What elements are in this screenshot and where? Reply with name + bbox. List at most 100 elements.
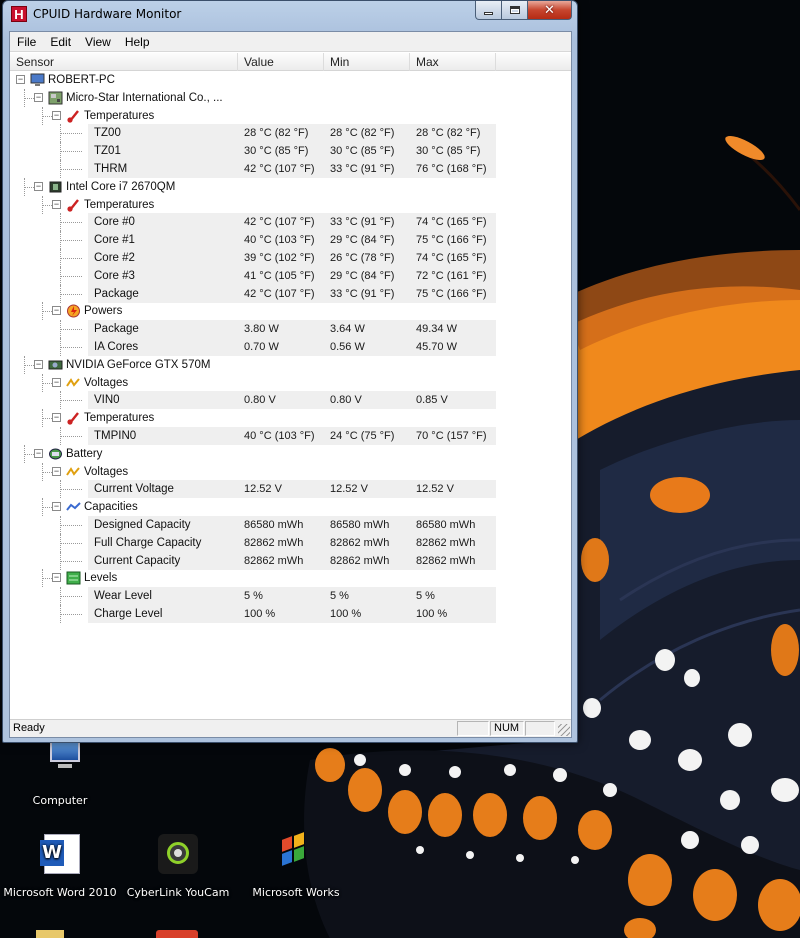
sensor-label: Designed Capacity (94, 519, 191, 531)
tree-connector (60, 605, 61, 623)
hwmonitor-window[interactable]: H CPUID Hardware Monitor ✕ File Edit Vie… (2, 0, 578, 743)
sensor-label: Core #2 (94, 252, 135, 264)
sensor-group-row[interactable]: − Temperatures (10, 409, 571, 428)
desktop-icon-works[interactable]: Microsoft Works (236, 832, 356, 899)
sensor-row[interactable]: Wear Level 5 % 5 % 5 % (10, 587, 571, 606)
collapse-toggle[interactable]: − (52, 573, 61, 583)
sensor-min: 82862 mWh (330, 554, 390, 567)
sensor-row[interactable]: Core #0 42 °C (107 °F) 33 °C (91 °F) 74 °C … (10, 213, 571, 232)
close-icon: ✕ (544, 2, 555, 17)
sensor-max: 72 °C (161 °F) (416, 269, 487, 282)
sensor-group-row[interactable]: − Temperatures (10, 106, 571, 125)
sensor-group-row[interactable]: − Voltages (10, 373, 571, 392)
column-header-sensor[interactable]: Sensor (10, 53, 238, 71)
window-title: CPUID Hardware Monitor (33, 7, 182, 21)
collapse-toggle[interactable]: − (52, 110, 61, 120)
sensor-value: 0.80 V (244, 394, 276, 407)
menu-help[interactable]: Help (118, 33, 157, 51)
collapse-toggle[interactable]: − (16, 75, 25, 84)
column-header-min[interactable]: Min (324, 53, 410, 71)
status-panel-empty (457, 721, 489, 736)
collapse-toggle[interactable]: − (34, 448, 43, 458)
menu-edit[interactable]: Edit (43, 33, 78, 51)
sensor-row[interactable]: Current Capacity 82862 mWh 82862 mWh 82862 … (10, 551, 571, 570)
sensor-row[interactable]: Package 42 °C (107 °F) 33 °C (91 °F) 75 °C … (10, 284, 571, 303)
sensor-row[interactable]: VIN0 0.80 V 0.80 V 0.85 V (10, 391, 571, 410)
resize-grip[interactable] (558, 724, 570, 736)
sensor-row[interactable]: Full Charge Capacity 82862 mWh 82862 mWh 82… (10, 533, 571, 552)
sensor-min: 86580 mWh (330, 519, 390, 531)
sensor-row[interactable]: IA Cores 0.70 W 0.56 W 45.70 W (10, 338, 571, 356)
sensor-tree-list[interactable]: Sensor Value Min Max − ROBERT-PC − Micro-St… (10, 53, 571, 721)
folder-icon[interactable] (36, 930, 64, 938)
sensor-group-row[interactable]: − Temperatures (10, 195, 571, 214)
sensor-group-row[interactable]: − Levels (10, 569, 571, 588)
sensor-max: 28 °C (82 °F) (416, 127, 481, 140)
battery-icon (48, 447, 63, 461)
collapse-toggle[interactable]: − (34, 181, 43, 191)
sensor-row[interactable]: THRM 42 °C (107 °F) 33 °C (91 °F) 76 °C (16… (10, 160, 571, 178)
tree-connector (60, 249, 61, 267)
desktop-icon-word[interactable]: W Microsoft Word 2010 (0, 832, 120, 899)
maximize-icon (509, 6, 520, 14)
caption-buttons: ✕ (475, 1, 572, 21)
sensor-row[interactable]: TZ01 30 °C (85 °F) 30 °C (85 °F) 30 °C (85 … (10, 142, 571, 161)
sensor-row[interactable]: TMPIN0 40 °C (103 °F) 24 °C (75 °F) 70 °C (… (10, 427, 571, 445)
sensor-group-row[interactable]: − Micro-Star International Co., ... (10, 88, 571, 107)
column-header-max[interactable]: Max (410, 53, 496, 71)
tree-connector (42, 195, 43, 214)
sensor-group-row[interactable]: − Capacities (10, 498, 571, 517)
sensor-value: 3.80 W (244, 323, 279, 336)
sensor-group-row[interactable]: − Intel Core i7 2670QM (10, 177, 571, 196)
sensor-group-row[interactable]: − ROBERT-PC (10, 71, 571, 89)
sensor-group-row[interactable]: − Powers (10, 302, 571, 321)
sensor-min: 0.56 W (330, 341, 365, 353)
word-icon: W (36, 832, 84, 880)
desktop-icon-computer[interactable]: Computer (0, 740, 120, 807)
sensor-max: 49.34 W (416, 323, 457, 336)
sensor-min: 28 °C (82 °F) (330, 127, 395, 140)
collapse-toggle[interactable]: − (52, 502, 61, 512)
collapse-toggle[interactable]: − (52, 199, 61, 209)
sensor-row[interactable]: Core #2 39 °C (102 °F) 26 °C (78 °F) 74 °C … (10, 249, 571, 267)
sensor-value: 39 °C (102 °F) (244, 252, 315, 264)
sensor-row[interactable]: Charge Level 100 % 100 % 100 % (10, 605, 571, 623)
sensor-max: 30 °C (85 °F) (416, 145, 481, 158)
collapse-toggle[interactable]: − (34, 92, 43, 102)
sensor-group-row[interactable]: − NVIDIA GeForce GTX 570M (10, 355, 571, 374)
collapse-toggle[interactable]: − (52, 413, 61, 423)
tree-connector (60, 436, 82, 437)
column-header-value[interactable]: Value (238, 53, 324, 71)
sensor-row[interactable]: Current Voltage 12.52 V 12.52 V 12.52 V (10, 480, 571, 499)
tree-connector (42, 471, 52, 473)
sensor-value: 5 % (244, 590, 263, 603)
sensor-max: 82862 mWh (416, 554, 476, 567)
sensor-row[interactable]: Designed Capacity 86580 mWh 86580 mWh 86580… (10, 516, 571, 534)
close-button[interactable]: ✕ (528, 1, 572, 20)
collapse-toggle[interactable]: − (34, 359, 43, 369)
collapse-toggle[interactable]: − (52, 466, 61, 476)
sensor-group-row[interactable]: − Battery (10, 444, 571, 463)
menu-view[interactable]: View (78, 33, 118, 51)
desktop-icon-youcam[interactable]: CyberLink YouCam (118, 832, 238, 899)
menu-file[interactable]: File (10, 33, 43, 51)
minimize-button[interactable] (475, 1, 502, 20)
maximize-button[interactable] (502, 1, 528, 20)
app-icon-partial[interactable] (156, 930, 198, 938)
title-bar[interactable]: H CPUID Hardware Monitor ✕ (3, 1, 577, 31)
webcam-icon (154, 832, 202, 880)
sensor-row[interactable]: Package 3.80 W 3.64 W 49.34 W (10, 320, 571, 339)
tree-connector (24, 97, 34, 99)
sensor-min: 3.64 W (330, 323, 365, 336)
tree-connector (60, 587, 61, 606)
sensor-row[interactable]: TZ00 28 °C (82 °F) 28 °C (82 °F) 28 °C (82 … (10, 124, 571, 143)
sensor-max: 70 °C (157 °F) (416, 430, 487, 442)
tree-connector (24, 177, 25, 196)
tree-connector (60, 151, 82, 153)
tree-connector (60, 480, 61, 499)
collapse-toggle[interactable]: − (52, 306, 61, 316)
sensor-row[interactable]: Core #1 40 °C (103 °F) 29 °C (84 °F) 75 °C … (10, 231, 571, 250)
sensor-group-row[interactable]: − Voltages (10, 462, 571, 481)
collapse-toggle[interactable]: − (52, 377, 61, 387)
sensor-row[interactable]: Core #3 41 °C (105 °F) 29 °C (84 °F) 72 °C … (10, 266, 571, 285)
